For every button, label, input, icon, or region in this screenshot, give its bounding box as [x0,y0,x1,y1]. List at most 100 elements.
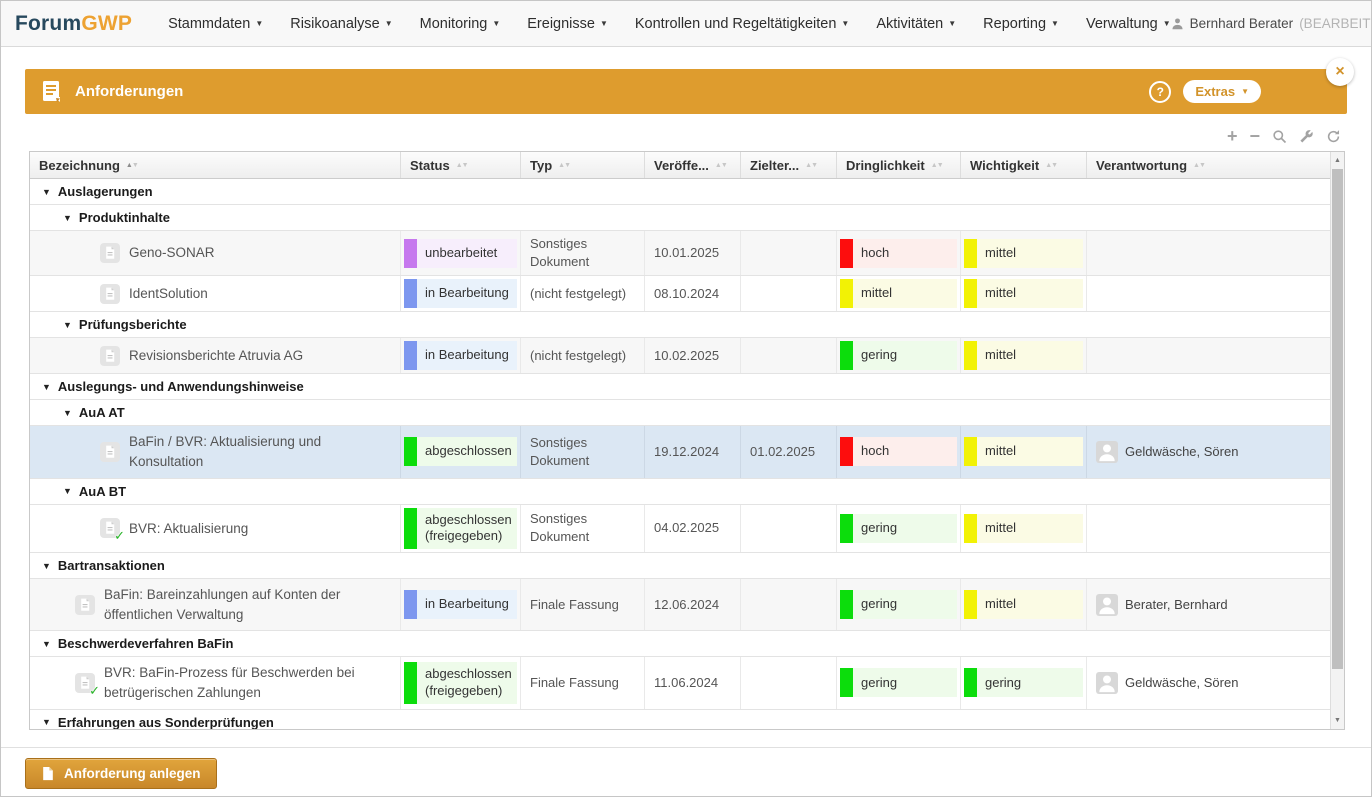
severity-color-bar [404,279,417,308]
create-requirement-button[interactable]: Anforderung anlegen [25,758,217,789]
collapse-icon[interactable]: ▼ [63,213,72,223]
nav-item-aktivit-ten[interactable]: Aktivitäten▼ [876,16,956,32]
severity-color-bar [840,590,853,619]
collapse-icon[interactable]: ▼ [42,382,51,392]
group-row[interactable]: ▼Auslagerungen [30,179,1330,205]
severity-color-bar [840,239,853,268]
nav-item-ereignisse[interactable]: Ereignisse▼ [527,16,608,32]
sort-icons: ▲▼ [931,162,943,169]
top-nav: ForumGWP Stammdaten▼ Risikoanalyse▼ Monito… [1,1,1371,47]
group-row[interactable]: ▼ Produktinhalte [30,205,1330,231]
chevron-down-icon: ▼ [600,20,608,28]
sort-icons: ▲▼ [456,162,468,169]
column-header-pub[interactable]: Veröffe...▲▼ [645,152,741,178]
group-row[interactable]: ▼AuA AT [30,400,1330,426]
severity-color-bar [404,590,417,619]
nav-menu: Stammdaten▼ Risikoanalyse▼ Monitoring▼ Erei… [168,16,1171,32]
user-menu[interactable]: Bernhard Berater (BEARBEITER) ▼ [1171,16,1372,31]
requirement-name: BVR: Aktualisierung [129,513,256,545]
collapse-icon[interactable]: ▼ [42,717,51,727]
collapse-icon[interactable]: ▼ [42,639,51,649]
scroll-down-icon[interactable]: ▼ [1331,717,1344,724]
status-badge: in Bearbeitung [404,279,517,308]
extras-button[interactable]: Extras ▼ [1183,80,1261,103]
requirement-name: Revisionsberichte Atruvia AG [129,340,311,372]
group-row[interactable]: ▼Auslegungs- und Anwendungshinweise [30,374,1330,400]
column-header-typ[interactable]: Typ▲▼ [521,152,645,178]
severity-color-bar [404,662,417,704]
vertical-scrollbar[interactable]: ▲ ▼ [1330,152,1344,729]
column-header-imp[interactable]: Wichtigkeit▲▼ [961,152,1087,178]
group-label: Produktinhalte [79,210,170,225]
sort-icons: ▲▼ [1045,162,1057,169]
severity-color-bar [964,590,977,619]
collapse-icon[interactable]: ▼ [63,486,72,496]
panel-header: Anforderungen ? Extras ▼ × [25,69,1347,114]
expand-all-plus-icon[interactable]: + [1227,128,1238,144]
panel-header-actions: ? Extras ▼ [1149,80,1261,103]
collapse-icon[interactable]: ▼ [42,561,51,571]
group-row[interactable]: ▼ Prüfungsberichte [30,312,1330,338]
group-row[interactable]: ▼Erfahrungen aus Sonderprüfungen [30,710,1330,730]
type-value: Sonstiges Dokument [521,430,644,474]
nav-item-reporting[interactable]: Reporting▼ [983,16,1059,32]
requirement-name: IdentSolution [129,278,216,310]
status-badge: abgeschlossen (freigegeben) [404,662,517,704]
nav-item-stammdaten[interactable]: Stammdaten▼ [168,16,263,32]
column-header-due[interactable]: Zielter...▲▼ [741,152,837,178]
requirement-row[interactable]: Geno-SONAR unbearbeitetSonstiges Dokument… [30,231,1330,276]
app-window: ForumGWP Stammdaten▼ Risikoanalyse▼ Monito… [0,0,1372,797]
severity-color-bar [840,341,853,370]
nav-item-monitoring[interactable]: Monitoring▼ [420,16,501,32]
avatar [1096,672,1118,694]
nav-item-kontrollen-und-regelt-tigkeiten[interactable]: Kontrollen und Regeltätigkeiten▼ [635,16,849,32]
scroll-up-icon[interactable]: ▲ [1331,157,1344,164]
chevron-down-icon: ▼ [1241,88,1249,96]
group-row[interactable]: ▼AuA BT [30,479,1330,505]
wrench-icon[interactable] [1299,129,1314,144]
requirement-row[interactable]: ✓BVR: Aktualisierungabgeschlossen (freig… [30,505,1330,554]
collapse-icon[interactable]: ▼ [63,408,72,418]
requirement-row[interactable]: BaFin / BVR: Aktualisierung und Konsulta… [30,426,1330,478]
column-header-urg[interactable]: Dringlichkeit▲▼ [837,152,961,178]
nav-item-verwaltung[interactable]: Verwaltung▼ [1086,16,1171,32]
close-button[interactable]: × [1326,58,1354,86]
app-logo[interactable]: ForumGWP [15,12,132,36]
urgency-badge: gering [840,341,957,370]
published-date: 11.06.2024 [645,670,727,696]
user-icon [1171,17,1184,30]
group-row[interactable]: ▼Beschwerdeverfahren BaFin [30,631,1330,657]
type-value: Sonstiges Dokument [521,231,644,275]
sort-icons: ▲▼ [805,162,817,169]
requirement-row[interactable]: Revisionsberichte Atruvia AGin Bearbeitu… [30,338,1330,374]
responsible-name: Geldwäsche, Sören [1118,439,1247,465]
sort-icons: ▲▼ [126,162,138,169]
nav-item-risikoanalyse[interactable]: Risikoanalyse▼ [290,16,392,32]
requirement-name: Geno-SONAR [129,237,223,269]
requirement-row[interactable]: BaFin: Bareinzahlungen auf Konten der öf… [30,579,1330,631]
requirement-row[interactable]: ✓BVR: BaFin-Prozess für Beschwerden bei … [30,657,1330,709]
logo-part-gwp: GWP [81,12,132,35]
responsible-name: Geldwäsche, Sören [1118,670,1247,696]
collapse-icon[interactable]: ▼ [63,320,72,330]
group-row[interactable]: ▼Bartransaktionen [30,553,1330,579]
importance-badge: mittel [964,590,1083,619]
collapse-icon[interactable]: ▼ [42,187,51,197]
refresh-icon[interactable] [1326,129,1341,144]
search-icon[interactable] [1272,129,1287,144]
column-header-resp[interactable]: Verantwortung▲▼ [1087,152,1330,178]
column-header-status[interactable]: Status▲▼ [401,152,521,178]
help-button[interactable]: ? [1149,81,1171,103]
published-date: 19.12.2024 [645,439,728,465]
severity-color-bar [840,668,853,697]
status-badge: unbearbeitet [404,239,517,268]
scrollbar-thumb[interactable] [1332,169,1343,669]
severity-color-bar [964,668,977,697]
requirement-row[interactable]: IdentSolution in Bearbeitung(nicht festge… [30,276,1330,312]
group-label: Prüfungsberichte [79,317,187,332]
column-header-name[interactable]: Bezeichnung▲▼ [30,152,401,178]
avatar [1096,594,1118,616]
severity-color-bar [964,341,977,370]
type-value: (nicht festgelegt) [521,281,635,307]
collapse-all-minus-icon[interactable]: − [1249,128,1260,144]
